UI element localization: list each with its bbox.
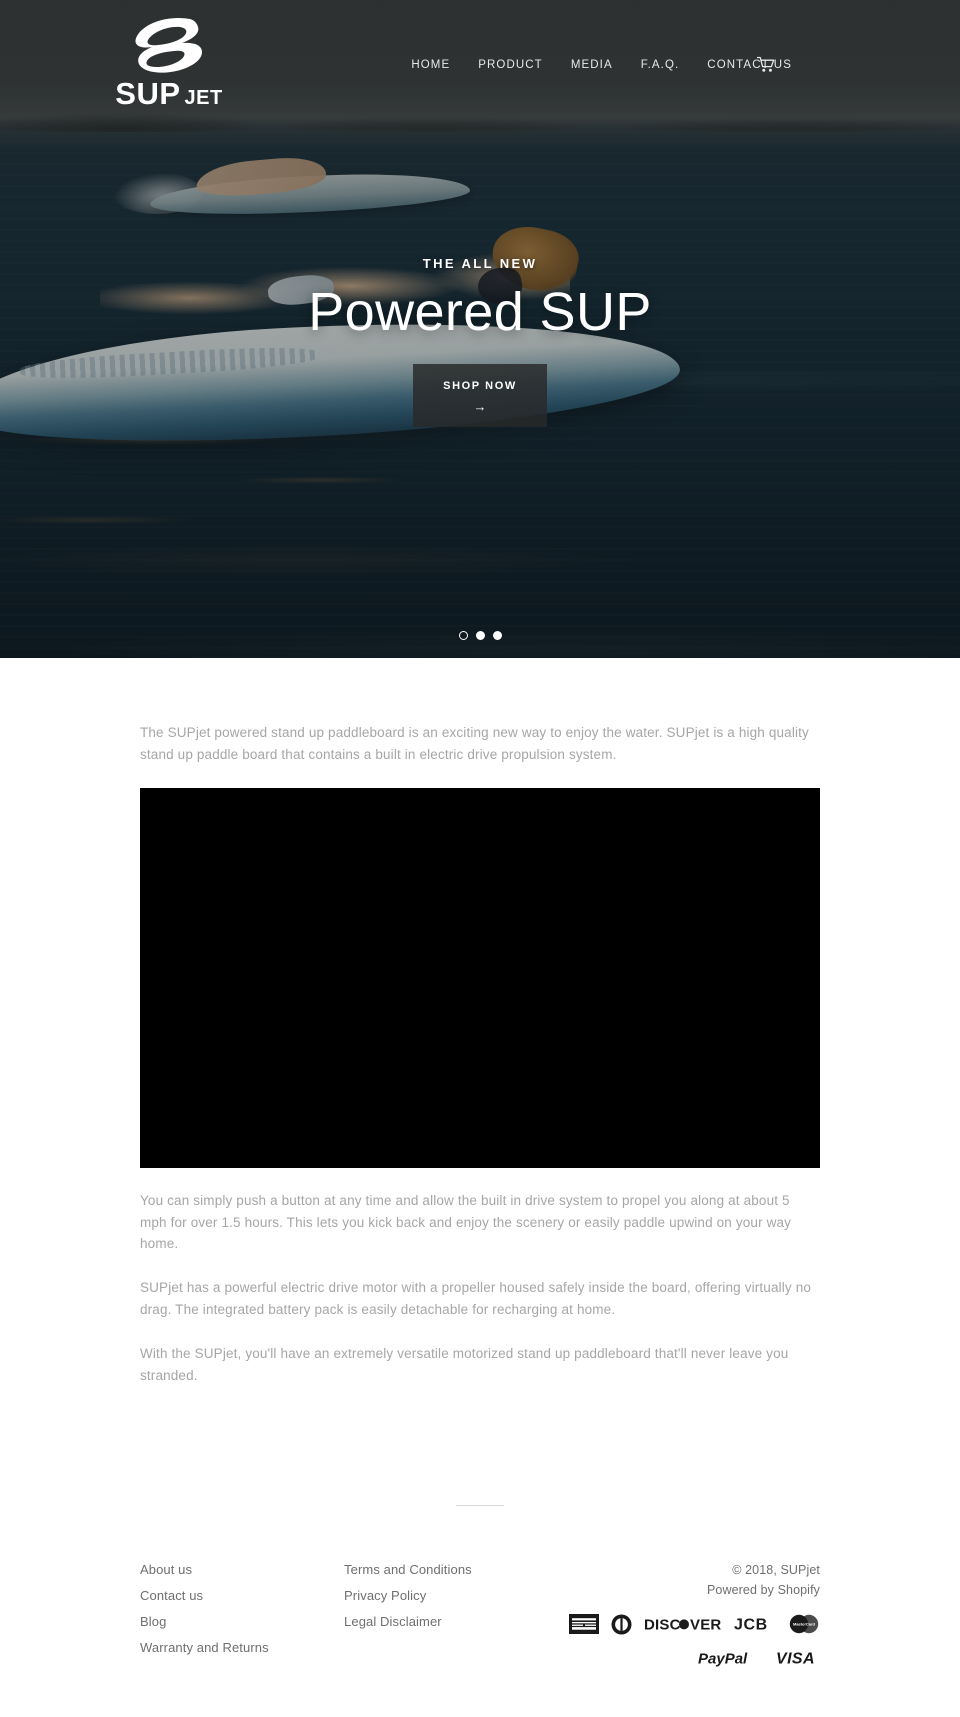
nav-item-contact-us[interactable]: CONTACT US (707, 59, 792, 72)
svg-text:DISC: DISC (644, 1617, 681, 1634)
jcb-icon: JCB (734, 1615, 776, 1634)
content-wrapper: The SUPjet powered stand up paddleboard … (140, 658, 820, 1387)
main-navigation: HOME PRODUCT MEDIA F.A.Q. CONTACT US (411, 59, 792, 72)
svg-text:VER: VER (690, 1617, 721, 1634)
logo-text-jet: JET (184, 87, 223, 109)
slide-dot-1[interactable] (458, 631, 468, 640)
footer-link-blog[interactable]: Blog (140, 1612, 344, 1632)
svg-text:PayPal: PayPal (698, 1650, 748, 1667)
paypal-icon: PayPal (698, 1649, 754, 1667)
slide-dot-2[interactable] (475, 631, 485, 640)
footer-links-column-two: Terms and Conditions Privacy Policy Lega… (344, 1560, 569, 1638)
hero-slideshow: SUP JET HOME PRODUCT MEDIA F.A.Q. CONTAC… (0, 0, 960, 658)
footer-link-warranty-returns[interactable]: Warranty and Returns (140, 1638, 344, 1658)
diners-club-icon (611, 1614, 632, 1635)
shop-now-button[interactable]: SHOP NOW → (413, 364, 547, 428)
slideshow-pagination (0, 631, 960, 640)
product-video-player[interactable] (140, 787, 820, 1168)
supjet-swoosh-icon (135, 17, 202, 73)
svg-text:MasterCard: MasterCard (793, 1622, 816, 1627)
nav-item-faq[interactable]: F.A.Q. (641, 59, 680, 72)
footer-link-contact-us[interactable]: Contact us (140, 1586, 344, 1606)
powered-by-text: Powered by Shopify (569, 1580, 820, 1600)
feature-paragraph-2: SUPjet has a powerful electric drive mot… (140, 1280, 812, 1318)
footer-link-about-us[interactable]: About us (140, 1560, 344, 1580)
arrow-right-icon: → (473, 399, 487, 415)
footer-link-legal-disclaimer[interactable]: Legal Disclaimer (344, 1612, 569, 1632)
discover-icon: DISC VER (644, 1615, 722, 1634)
cart-button[interactable] (756, 56, 776, 73)
shop-now-label: SHOP NOW (443, 380, 517, 393)
intro-paragraph: The SUPjet powered stand up paddleboard … (140, 725, 809, 762)
slide-dot-3[interactable] (492, 631, 502, 640)
site-logo[interactable]: SUP JET (104, 14, 234, 109)
copyright-text: © 2018, SUPjet (732, 1562, 820, 1577)
hero-title: Powered SUP (308, 282, 652, 342)
mastercard-icon: MasterCard (788, 1614, 820, 1634)
nav-item-home[interactable]: HOME (411, 59, 450, 72)
svg-text:JCB: JCB (734, 1617, 768, 1633)
site-header: SUP JET HOME PRODUCT MEDIA F.A.Q. CONTAC… (0, 0, 960, 118)
powered-by-prefix: Powered by (707, 1582, 778, 1597)
svg-text:VISA: VISA (776, 1650, 815, 1666)
american-express-icon (569, 1614, 599, 1635)
shopify-link[interactable]: Shopify (778, 1583, 820, 1597)
site-footer: About us Contact us Blog Warranty and Re… (140, 1506, 820, 1668)
main-content: The SUPjet powered stand up paddleboard … (0, 658, 960, 1667)
hero-eyebrow: THE ALL NEW (422, 256, 538, 271)
footer-link-terms-conditions[interactable]: Terms and Conditions (344, 1560, 569, 1580)
payment-icons-row-one: DISC VER JCB MasterCard (569, 1614, 820, 1635)
payment-icons-row-two: PayPal VISA (569, 1649, 820, 1667)
feature-paragraph-1: You can simply push a button at any time… (140, 1192, 792, 1252)
hero-caption: THE ALL NEW Powered SUP SHOP NOW → (0, 256, 960, 428)
footer-links-column-one: About us Contact us Blog Warranty and Re… (140, 1560, 344, 1665)
visa-icon: VISA (776, 1649, 818, 1667)
nav-item-media[interactable]: MEDIA (571, 59, 613, 72)
nav-item-product[interactable]: PRODUCT (478, 59, 543, 72)
footer-meta-column: © 2018, SUPjet Powered by Shopify DISC V… (569, 1560, 820, 1667)
logo-wordmark: SUP JET (104, 78, 234, 109)
logo-text-sup: SUP (115, 76, 181, 111)
footer-link-privacy-policy[interactable]: Privacy Policy (344, 1586, 569, 1606)
shopping-cart-icon (756, 56, 775, 72)
feature-paragraph-3: With the SUPjet, you'll have an extremel… (140, 1346, 789, 1383)
